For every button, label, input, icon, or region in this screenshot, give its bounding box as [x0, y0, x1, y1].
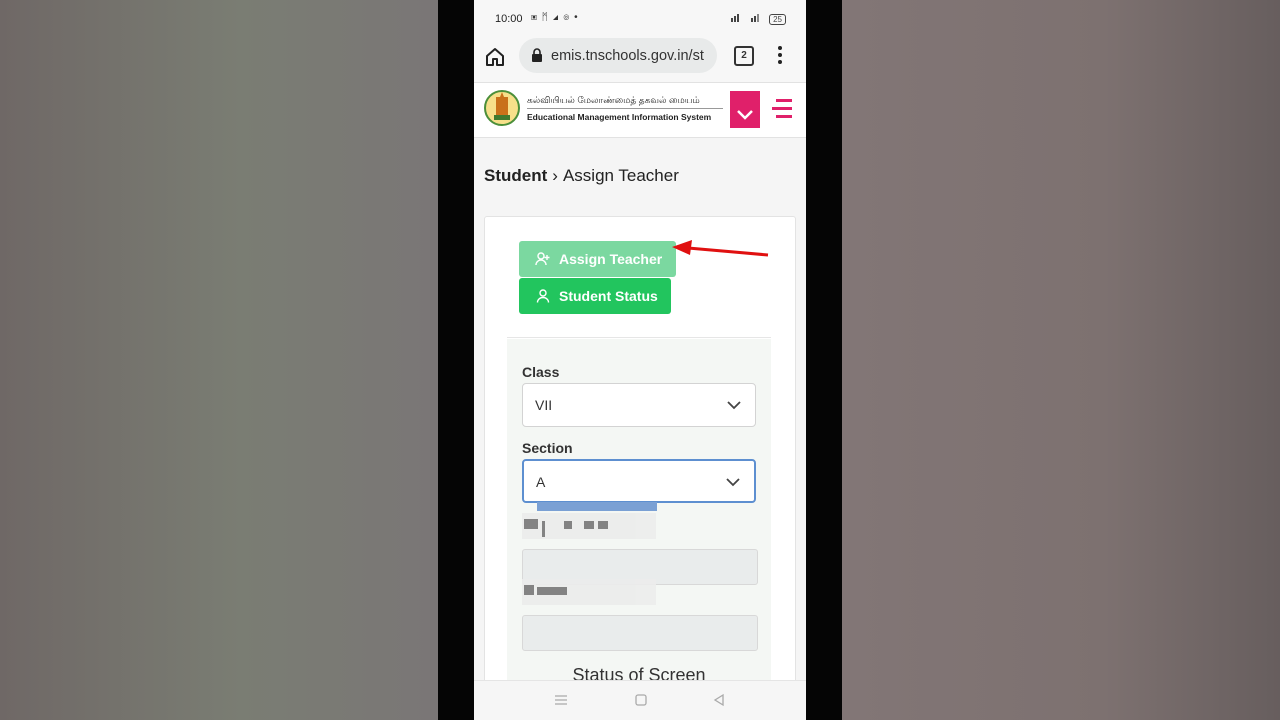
user-icon [536, 289, 550, 303]
assign-teacher-button[interactable]: Assign Teacher [519, 241, 676, 277]
signal-icon [730, 14, 759, 22]
home-icon[interactable] [484, 46, 506, 68]
student-status-button[interactable]: Student Status [519, 278, 671, 314]
class-select-value: VII [535, 397, 553, 413]
header-dropdown-button[interactable] [730, 91, 760, 128]
notification-icons: ▣ ᛗ ◢ ◎ • [531, 12, 579, 23]
class-label: Class [522, 364, 560, 380]
browser-toolbar: emis.tnschools.gov.in/st 2 [474, 36, 806, 82]
section-select[interactable]: A [522, 459, 756, 511]
breadcrumb: Student › Assign Teacher [484, 166, 679, 186]
section-label: Section [522, 440, 573, 456]
card-divider [507, 337, 771, 338]
chevron-down-icon [737, 110, 753, 120]
address-bar[interactable]: emis.tnschools.gov.in/st [519, 38, 717, 73]
url-text: emis.tnschools.gov.in/st [551, 48, 704, 64]
chevron-down-icon [727, 401, 741, 410]
system-icons: 25 [730, 12, 786, 25]
content-card: Assign Teacher Student Status Class VII … [484, 216, 796, 709]
student-status-label: Student Status [559, 288, 658, 304]
chevron-down-icon [726, 478, 740, 487]
breadcrumb-separator: › [552, 166, 558, 185]
letterbox-left [438, 0, 474, 720]
redacted-label-1 [522, 513, 656, 539]
status-bar: 10:00 ▣ ᛗ ◢ ◎ • 25 [474, 0, 806, 36]
blurred-background-right [842, 0, 1280, 720]
breadcrumb-current: Assign Teacher [562, 166, 679, 185]
site-header: கல்வியியல் மேலாண்மைத் தகவல் மையம் Educat… [474, 82, 806, 138]
letterbox-right [806, 0, 842, 720]
class-select[interactable]: VII [522, 383, 756, 427]
dropdown-highlight [537, 502, 657, 511]
tamil-site-title: கல்வியியல் மேலாண்மைத் தகவல் மையம் [527, 95, 700, 105]
more-options-icon[interactable] [774, 44, 786, 66]
tn-emblem-logo [484, 90, 520, 126]
redacted-field-2 [522, 615, 758, 651]
redacted-label-2 [522, 579, 656, 605]
english-site-title: Educational Management Information Syste… [527, 112, 712, 122]
assign-teacher-label: Assign Teacher [559, 251, 663, 267]
battery-icon: 25 [769, 14, 786, 25]
back-nav-icon[interactable] [712, 693, 726, 707]
section-select-value: A [536, 474, 546, 490]
home-nav-icon[interactable] [634, 693, 648, 707]
tab-switcher-button[interactable]: 2 [734, 46, 754, 66]
android-nav-bar [474, 680, 806, 720]
phone-screen: 10:00 ▣ ᛗ ◢ ◎ • 25 emis.tnschools.gov.in… [474, 0, 806, 720]
blurred-background-left [0, 0, 438, 720]
status-time: 10:00 [495, 13, 523, 25]
user-add-icon [535, 252, 550, 266]
recent-apps-icon[interactable] [554, 693, 568, 707]
header-rule [527, 108, 723, 109]
hamburger-menu-icon[interactable] [770, 97, 794, 121]
annotation-arrow-icon [672, 240, 769, 257]
breadcrumb-root[interactable]: Student [484, 166, 547, 185]
lock-icon [532, 48, 542, 62]
filter-form: Class VII Section A Status of Screen [507, 339, 771, 709]
